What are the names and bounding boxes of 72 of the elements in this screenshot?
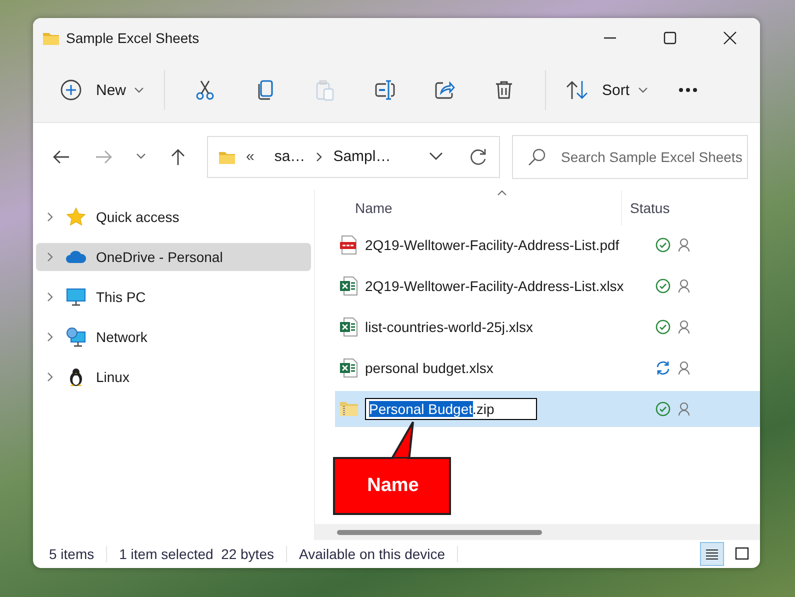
column-header[interactable]: Name	[315, 191, 622, 225]
sidebar-item[interactable]: Linux	[36, 363, 311, 391]
new-button[interactable]: New	[50, 70, 154, 110]
search-field[interactable]: Search Sample Excel Sheets	[512, 134, 748, 178]
address-bar[interactable]: « sa… Sampl…	[207, 136, 500, 178]
back-arrow-icon	[52, 148, 70, 164]
share-icon	[435, 80, 456, 100]
window-title: Sample Excel Sheets	[66, 30, 200, 46]
maximize-icon	[663, 31, 677, 45]
monitor-icon	[66, 287, 86, 307]
spreadsheet-file-icon	[339, 358, 359, 378]
chevron-icon[interactable]	[46, 291, 54, 303]
breadcrumb[interactable]: Sampl…	[327, 148, 397, 165]
forward-arrow-icon	[95, 148, 113, 164]
chevron-icon[interactable]	[46, 331, 54, 343]
file-row[interactable]: list-countries-world-25j.xlsx	[335, 309, 760, 345]
refresh-icon[interactable]	[469, 148, 487, 166]
file-name: list-countries-world-25j.xlsx	[365, 319, 534, 335]
chevron-icon[interactable]	[46, 371, 54, 383]
status-text: 5 items	[49, 546, 94, 562]
view-button[interactable]	[700, 542, 724, 566]
spreadsheet-file-icon	[339, 276, 359, 296]
scrollbar-thumb[interactable]	[337, 530, 542, 534]
file-row[interactable]: 2Q19-Welltower-Facility-Address-List.xlsx	[335, 268, 760, 304]
search-icon	[528, 148, 546, 166]
scissors-icon	[195, 80, 216, 100]
chevron-icon[interactable]	[46, 251, 54, 263]
file-row[interactable]: Personal Budget.zip	[335, 391, 760, 427]
sort-button[interactable]: Sort	[556, 70, 658, 110]
file-name: personal budget.xlsx	[365, 360, 494, 376]
person-icon	[678, 361, 690, 375]
sort-arrows-icon	[566, 80, 588, 100]
file-name: 2Q19-Welltower-Facility-Address-List.xlsx	[365, 278, 624, 294]
star-icon	[66, 207, 86, 227]
overflow-chevron[interactable]: «	[246, 148, 254, 165]
more-icon	[678, 87, 698, 93]
caret-icon	[136, 153, 146, 160]
pdf-file-icon	[339, 235, 359, 255]
file-row[interactable]: personal budget.xlsx	[335, 350, 760, 386]
tiles-view-icon	[734, 546, 750, 562]
folder-icon	[42, 30, 60, 46]
zip-folder-icon	[339, 399, 359, 419]
sidebar-item[interactable]: Network	[36, 323, 311, 351]
chevron-icon[interactable]	[46, 211, 54, 223]
dropdown-caret-icon[interactable]	[429, 152, 443, 161]
breadcrumb[interactable]: sa…	[268, 148, 312, 165]
caret-icon	[134, 86, 144, 94]
minimize-icon	[603, 37, 617, 39]
callout-label: Name	[366, 474, 420, 498]
person-icon	[678, 279, 690, 293]
file-row[interactable]: 2Q19-Welltower-Facility-Address-List.pdf	[335, 227, 760, 263]
column-header[interactable]: Status	[622, 200, 670, 216]
rename-field[interactable]: Personal Budget.zip	[365, 398, 537, 420]
chevron-icon	[315, 150, 324, 162]
spreadsheet-file-icon	[339, 317, 359, 337]
close-icon	[723, 31, 737, 45]
person-icon	[678, 320, 690, 334]
file-name: 2Q19-Welltower-Facility-Address-List.pdf	[365, 237, 620, 253]
plus-circle-icon	[60, 79, 82, 101]
status-text: Available on this device	[299, 546, 446, 562]
up-arrow-icon	[170, 148, 186, 166]
sidebar-item[interactable]: This PC	[36, 283, 311, 311]
sidebar-item[interactable]: Quick access	[36, 203, 311, 231]
sidebar-item[interactable]: OneDrive - Personal	[36, 243, 311, 271]
person-icon	[678, 402, 690, 416]
clipboard-icon	[315, 80, 336, 100]
person-icon	[678, 238, 690, 252]
caret-icon	[638, 86, 648, 94]
network-icon	[66, 327, 86, 347]
sort-indicator-icon	[497, 190, 507, 196]
status-text: 1 item selected 22 bytes	[119, 546, 274, 562]
rename-icon	[375, 80, 396, 100]
